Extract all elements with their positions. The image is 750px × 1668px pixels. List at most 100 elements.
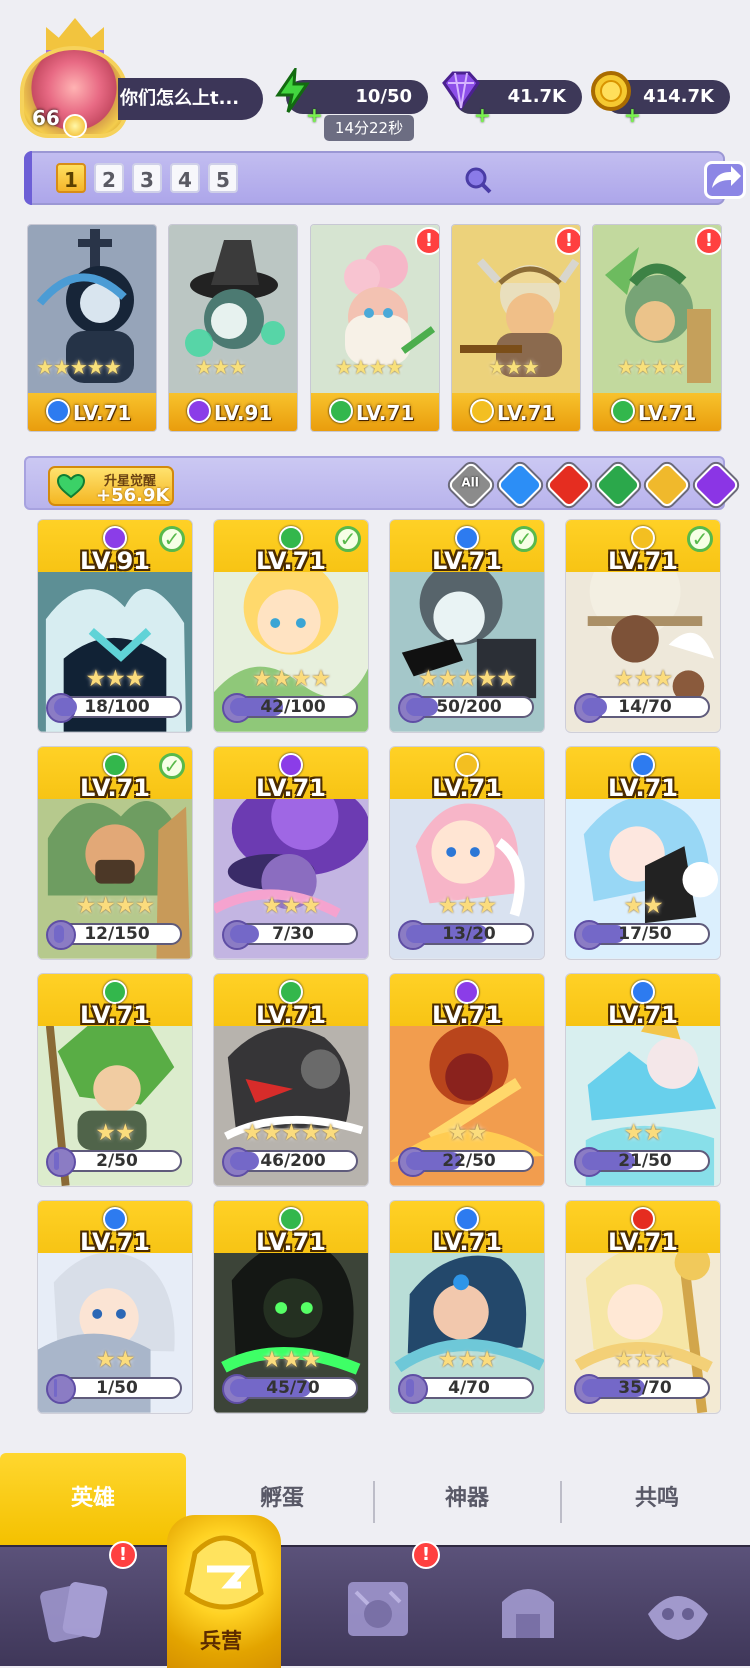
filter-light-button[interactable] (642, 460, 692, 510)
alert-icon: ! (695, 227, 721, 255)
team-member-1[interactable]: ★★★★★ LV.71 (27, 224, 157, 432)
team-stars: ★★★★ (617, 355, 686, 379)
progress-text: 50/200 (436, 697, 502, 717)
team-tab-1[interactable]: 1 (56, 163, 86, 193)
filter-fire-button[interactable] (544, 460, 594, 510)
shard-progress: 46/200 (222, 1147, 358, 1177)
hero-stars: ★★★ (613, 666, 674, 692)
team-level: LV.71 (73, 401, 132, 425)
filter-dark-button[interactable] (691, 460, 741, 510)
team-level: LV.91 (214, 401, 273, 425)
energy-value: 10/50 (355, 86, 412, 107)
team-tab-3[interactable]: 3 (132, 163, 162, 193)
progress-text: 17/50 (618, 924, 672, 944)
filter-all-button[interactable]: All (446, 460, 496, 510)
shard-progress: 12/150 (46, 920, 182, 950)
team-tab-5[interactable]: 5 (208, 163, 238, 193)
cards-nav[interactable] (34, 1572, 118, 1648)
shard-progress: 22/50 (398, 1147, 534, 1177)
dark-element-icon (187, 399, 211, 423)
filter-water-button[interactable] (495, 460, 545, 510)
team-tab-2[interactable]: 2 (94, 163, 124, 193)
barracks-nav[interactable]: 兵营 (167, 1515, 281, 1668)
team-member-4[interactable]: ! ★★★ LV.71 (451, 224, 581, 432)
hero-stars: ★★★★★ (417, 666, 517, 692)
hero-level: LV.71 (608, 774, 678, 802)
add-energy-icon[interactable]: + (306, 98, 323, 132)
sub-tab-bar: 英雄 孵蛋 神器 共鸣 (0, 1453, 750, 1545)
awaken-bonus[interactable]: 升星觉醒 +56.9K (48, 466, 174, 506)
share-icon[interactable] (704, 161, 746, 199)
hero-card-6[interactable]: LV.71 ★★★ 7/30 (213, 746, 369, 960)
next-row-preview (24, 1427, 725, 1447)
shard-progress: 18/100 (46, 693, 182, 723)
hero-level: LV.71 (432, 547, 502, 575)
team-member-5[interactable]: ! ★★★★ LV.71 (592, 224, 722, 432)
team-selector-bar: 1 2 3 4 5 (24, 151, 746, 205)
alert-icon: ! (555, 227, 580, 255)
progress-text: 2/50 (96, 1151, 138, 1171)
progress-text: 12/150 (84, 924, 150, 944)
player-name[interactable]: 你们怎么上t... (118, 78, 263, 120)
hero-card-11[interactable]: LV.71 ★★ 22/50 (389, 973, 545, 1187)
hero-card-3[interactable]: ✓ LV.71 ★★★★★ 50/200 (389, 519, 545, 733)
gold-resource[interactable]: + 414.7K (591, 71, 730, 127)
map-alert-icon: ! (412, 1541, 440, 1569)
shard-progress: 17/50 (574, 920, 710, 950)
hero-card-12[interactable]: LV.71 ★★ 21/50 (565, 973, 721, 1187)
energy-resource[interactable]: + 10/50 (275, 68, 428, 127)
progress-text: 14/70 (618, 697, 672, 717)
shard-progress: 50/200 (398, 693, 534, 723)
hero-card-14[interactable]: LV.71 ★★★ 45/70 (213, 1200, 369, 1414)
hero-level: LV.71 (256, 1001, 326, 1029)
hero-card-10[interactable]: LV.71 ★★★★★ 46/200 (213, 973, 369, 1187)
hero-card-1[interactable]: ✓ LV.91 ★★★ 18/100 (37, 519, 193, 733)
gem-resource[interactable]: + 41.7K (442, 71, 582, 127)
temple-icon (502, 1589, 554, 1638)
hero-card-5[interactable]: ✓ LV.71 ★★★★ 12/150 (37, 746, 193, 960)
team-member-2[interactable]: ★★★ LV.91 (168, 224, 298, 432)
hero-level: LV.71 (608, 1228, 678, 1256)
tab-divider (373, 1481, 375, 1523)
progress-text: 1/50 (96, 1378, 138, 1398)
tab-heroes[interactable]: 英雄 (0, 1453, 186, 1545)
hero-card-16[interactable]: LV.71 ★★★ 35/70 (565, 1200, 721, 1414)
hero-level: LV.71 (608, 1001, 678, 1029)
hero-stars: ★★★ (437, 893, 498, 919)
light-element-icon (470, 399, 494, 423)
gem-badge-icon (63, 114, 87, 138)
spirit-nav[interactable] (636, 1572, 720, 1648)
map-nav[interactable] (336, 1572, 420, 1648)
filter-all-label: All (461, 475, 479, 490)
filter-nature-button[interactable] (593, 460, 643, 510)
tab-artifacts[interactable]: 神器 (376, 1453, 558, 1545)
shard-progress: 4/70 (398, 1374, 534, 1404)
hero-card-8[interactable]: LV.71 ★★ 17/50 (565, 746, 721, 960)
search-icon[interactable] (464, 166, 492, 194)
add-gold-icon[interactable]: + (624, 98, 641, 132)
hero-card-4[interactable]: ✓ LV.71 ★★★ 14/70 (565, 519, 721, 733)
hero-stars: ★★ (95, 1120, 135, 1146)
shard-progress: 14/70 (574, 693, 710, 723)
hero-stars: ★★★★ (251, 666, 331, 692)
temple-nav[interactable] (486, 1572, 570, 1648)
top-status-area: 66 你们怎么上t... + 10/50 14分22秒 + 41.7K + 41… (0, 0, 750, 150)
hero-card-9[interactable]: LV.71 ★★ 2/50 (37, 973, 193, 1187)
hero-stars: ★★★ (437, 1347, 498, 1373)
map-icon (348, 1582, 408, 1636)
progress-text: 42/100 (260, 697, 326, 717)
hero-card-15[interactable]: LV.71 ★★★ 4/70 (389, 1200, 545, 1414)
tab-resonance[interactable]: 共鸣 (564, 1453, 750, 1545)
team-stars: ★★★ (195, 355, 247, 379)
hero-level: LV.71 (80, 1228, 150, 1256)
hero-filter-bar: 升星觉醒 +56.9K All (24, 456, 741, 510)
spirit-icon (648, 1596, 708, 1640)
heart-icon (57, 474, 85, 498)
team-member-3[interactable]: ! ★★★★ LV.71 (310, 224, 440, 432)
hero-card-7[interactable]: LV.71 ★★★ 13/20 (389, 746, 545, 960)
hero-card-13[interactable]: LV.71 ★★ 1/50 (37, 1200, 193, 1414)
player-level: 66 (32, 106, 60, 130)
team-tab-4[interactable]: 4 (170, 163, 200, 193)
add-gem-icon[interactable]: + (474, 98, 491, 132)
hero-card-2[interactable]: ✓ LV.71 ★★★★ 42/100 (213, 519, 369, 733)
